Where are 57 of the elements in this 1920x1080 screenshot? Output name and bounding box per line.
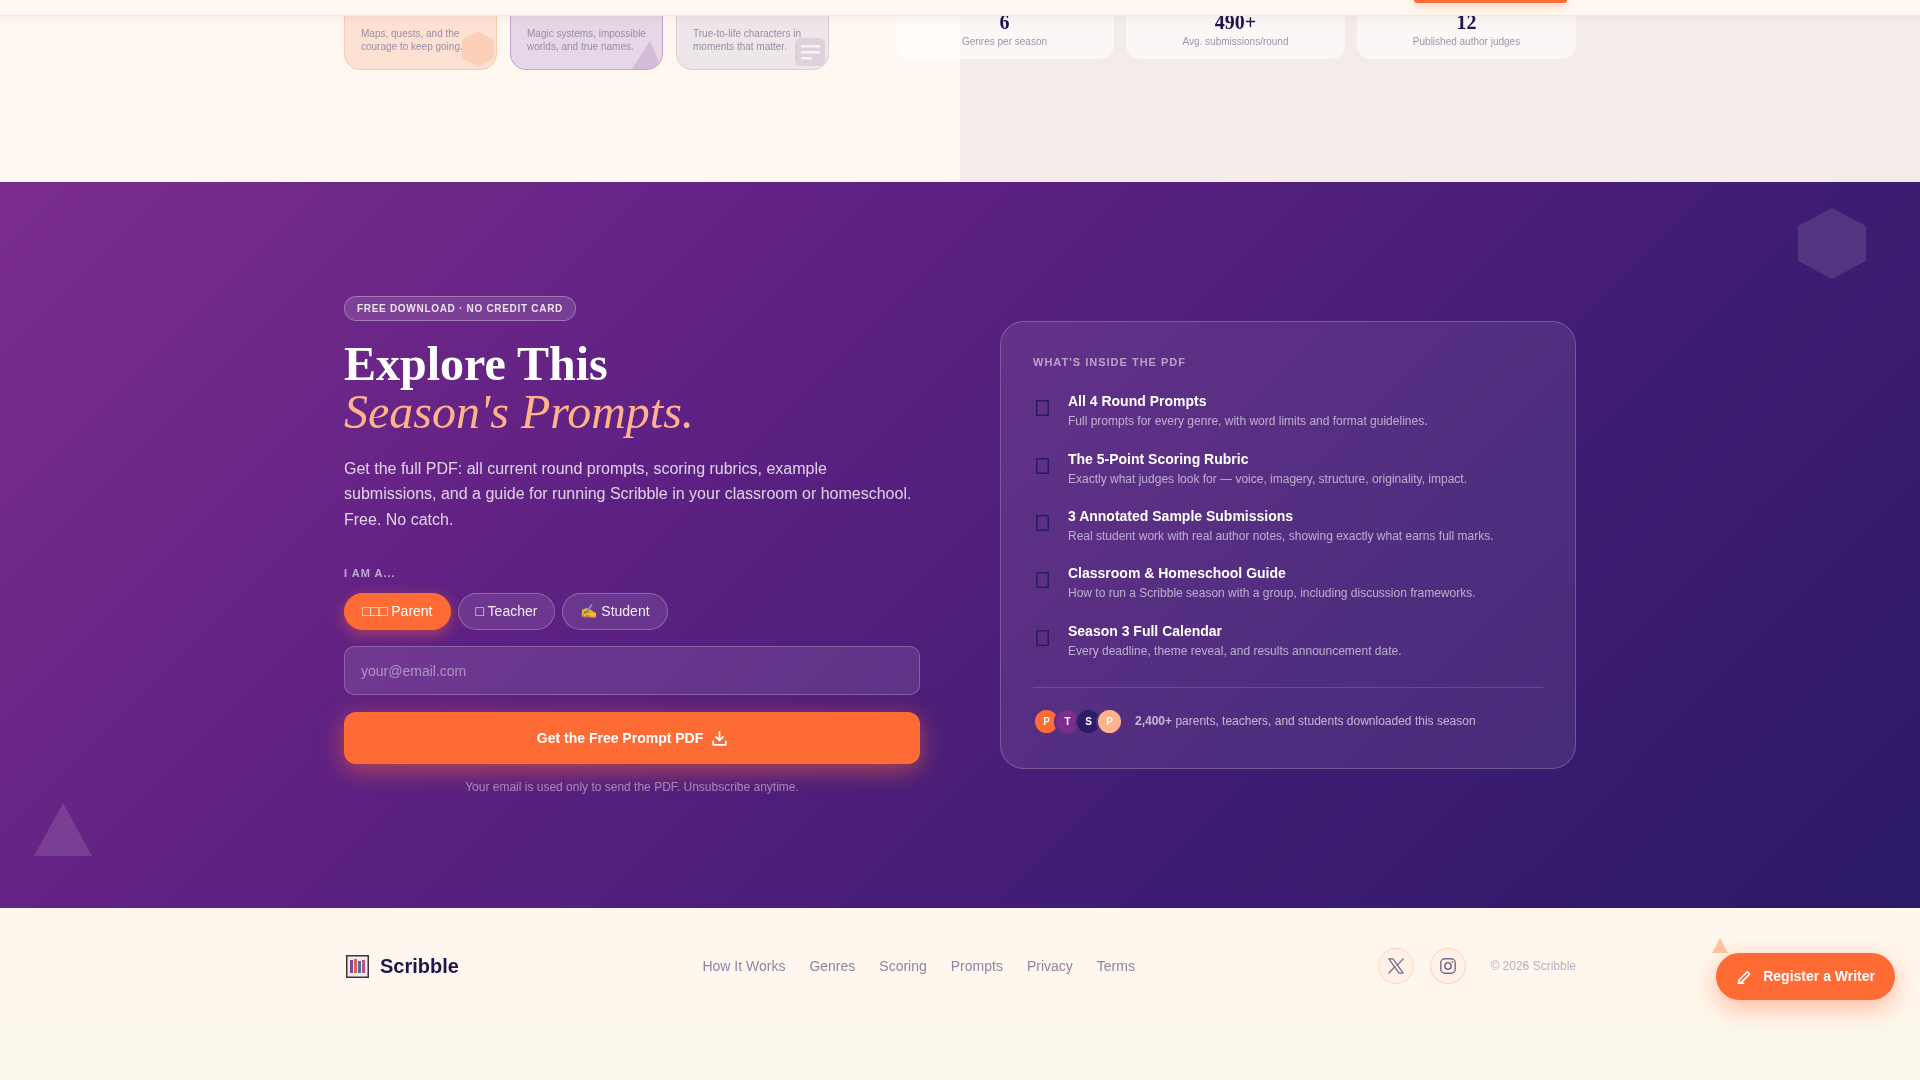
item-title: Season 3 Full Calendar [1068,621,1224,640]
hexagon-icon [462,31,494,67]
genre-description: Maps, quests, and the courage to keep going. [361,27,464,53]
role-label: I AM A... [344,566,397,581]
social-link[interactable] [1378,948,1415,984]
empty-square-icon [1036,572,1049,589]
text-lines-icon [795,38,825,66]
email-field[interactable]: your@email.com [344,646,920,696]
item-description: How to run a Scribble season with a group, including discussion frameworks. [1068,585,1476,602]
item-description: Every deadline, theme reveal, and results announcement date. [1068,642,1402,659]
section-heading: Explore This [344,339,609,388]
empty-square-icon [1036,400,1049,417]
role-option[interactable]: ✍ Student [562,593,668,631]
copyright-text: © 2026 Scribble [1490,958,1576,974]
triangle-icon [34,803,92,856]
panel-title: WHAT'S INSIDE THE PDF [1033,355,1187,370]
section-description: Get the full PDF: all current round prompts, scoring rubrics, example submissions, and a guide for running Scribble in your classroom or homeschool. Free. No catch. [344,458,913,530]
item-description: Exactly what judges look for — voice, imagery, structure, originality, impact. [1068,470,1468,487]
empty-square-icon [1036,457,1049,474]
stat-label: Genres per season [961,35,1048,48]
avatar: P [1096,707,1123,735]
footer-link[interactable]: Genres [809,957,856,975]
triangle-icon [632,41,662,69]
footer-link[interactable]: Prompts [950,957,1003,975]
empty-square-icon [1036,515,1049,531]
item-title: 3 Annotated Sample Submissions [1068,507,1295,525]
logo-icon [346,954,369,978]
empty-square-icon [1036,629,1049,646]
footer-link[interactable]: How It Works [702,957,786,975]
item-description: Full prompts for every genre, with word limits and format guidelines. [1068,413,1428,430]
privacy-note: Your email is used only to send the PDF. Unsubscribe anytime. [464,779,800,796]
brand-name: Scribble [380,954,459,978]
hexagon-icon [1798,208,1866,279]
stat-label: Avg. submissions/round [1182,35,1289,48]
item-title: All 4 Round Prompts [1068,392,1208,411]
download-button[interactable]: Get the Free Prompt PDF [344,712,920,765]
x-icon [1388,958,1405,974]
genre-description: True-to-life characters in moments that matter. [693,27,802,53]
camera-icon [1440,958,1457,974]
register-button[interactable]: Register a Writer [1716,953,1895,1000]
social-link[interactable] [1430,948,1467,984]
footer-link[interactable]: Terms [1096,957,1135,975]
role-option[interactable]: □□□ Parent [344,593,451,631]
offer-tag: FREE DOWNLOAD · NO CREDIT CARD [344,295,576,321]
item-title: Classroom & Homeschool Guide [1068,564,1287,583]
footer-link[interactable]: Scoring [879,957,927,975]
download-icon [712,730,728,746]
role-option[interactable]: □ Teacher [457,593,556,631]
item-description: Real student work with real author notes, showing exactly what earns full marks. [1068,528,1494,544]
genre-description: Magic systems, impossible worlds, and true names. [527,27,647,53]
footer-link[interactable]: Privacy [1026,957,1073,975]
download-count-text: 2,400+ parents, teachers, and students downloaded this season [1135,713,1476,730]
stat-label: Published author judges [1412,35,1521,48]
triangle-icon [1712,938,1728,953]
stat-value: 490+ [1214,12,1257,32]
pencil-icon [1737,969,1753,984]
item-title: The 5-Point Scoring Rubric [1068,449,1250,468]
